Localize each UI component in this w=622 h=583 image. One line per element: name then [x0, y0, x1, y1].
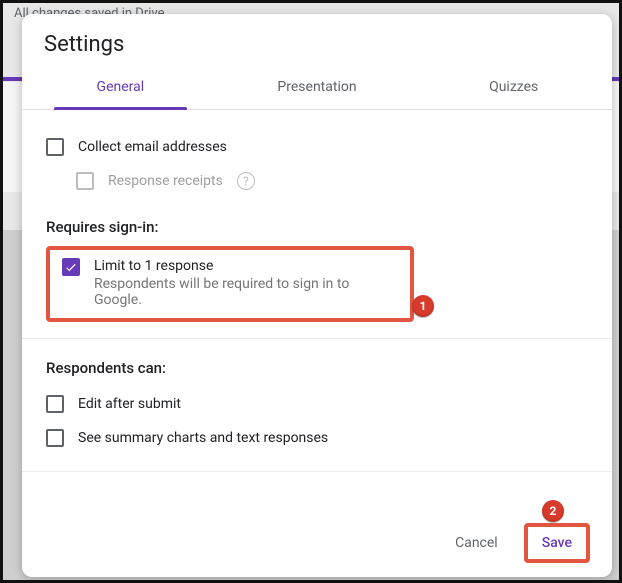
requires-signin-header: Requires sign-in: — [46, 198, 588, 246]
label-edit-after-submit: Edit after submit — [78, 396, 181, 412]
row-response-receipts: Response receipts ? — [46, 164, 588, 198]
settings-dialog: Settings General Presentation Quizzes Co… — [22, 14, 612, 577]
dialog-body: Collect email addresses Response receipt… — [22, 110, 612, 509]
row-limit-response[interactable]: Limit to 1 response Respondents will be … — [62, 258, 398, 308]
dialog-actions: Cancel Save — [22, 509, 612, 577]
checkbox-see-summary[interactable] — [46, 429, 64, 447]
checkbox-response-receipts — [76, 172, 94, 190]
annotation-callout-2: 2 — [542, 500, 564, 522]
tab-general[interactable]: General — [22, 65, 219, 109]
tab-quizzes[interactable]: Quizzes — [415, 65, 612, 109]
label-see-summary: See summary charts and text responses — [78, 430, 328, 446]
help-icon[interactable]: ? — [237, 172, 255, 190]
row-see-summary[interactable]: See summary charts and text responses — [46, 421, 588, 455]
label-response-receipts: Response receipts — [108, 173, 223, 189]
respondents-header: Respondents can: — [46, 339, 588, 387]
tabs-bar: General Presentation Quizzes — [22, 65, 612, 110]
annotation-callout-1: 1 — [412, 295, 434, 317]
limit-text: Limit to 1 response Respondents will be … — [94, 258, 398, 308]
tab-presentation[interactable]: Presentation — [219, 65, 416, 109]
limit-title: Limit to 1 response — [94, 258, 398, 274]
dialog-title: Settings — [22, 14, 612, 65]
highlight-box-limit: Limit to 1 response Respondents will be … — [46, 246, 414, 322]
checkmark-icon — [64, 260, 78, 274]
row-edit-after-submit[interactable]: Edit after submit — [46, 387, 588, 421]
section-divider-2 — [22, 471, 612, 472]
checkbox-edit-after-submit[interactable] — [46, 395, 64, 413]
checkbox-collect-emails[interactable] — [46, 138, 64, 156]
checkbox-limit-response[interactable] — [62, 258, 80, 276]
limit-subtitle: Respondents will be required to sign in … — [94, 274, 398, 308]
label-collect-emails: Collect email addresses — [78, 139, 227, 155]
row-collect-emails[interactable]: Collect email addresses — [46, 130, 588, 164]
save-button[interactable]: Save — [528, 527, 586, 559]
highlight-box-save: Save — [524, 523, 590, 563]
cancel-button[interactable]: Cancel — [441, 527, 512, 559]
